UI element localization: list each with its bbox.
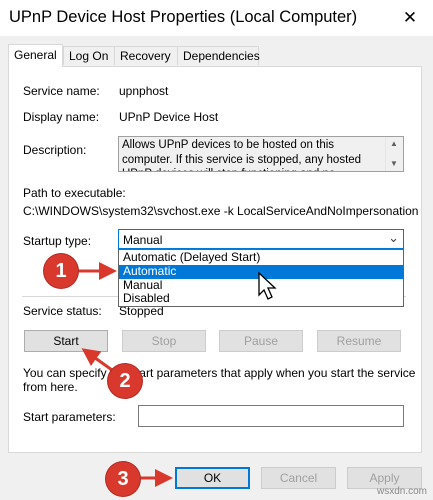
annotation-arrows (78, 262, 173, 487)
arrow-2 (81, 348, 113, 372)
annotation-badge-3: 3 (106, 462, 140, 496)
annotation-badge-2: 2 (108, 364, 142, 398)
annotation-badge-1: 1 (44, 254, 78, 288)
mouse-cursor-icon (258, 271, 277, 300)
